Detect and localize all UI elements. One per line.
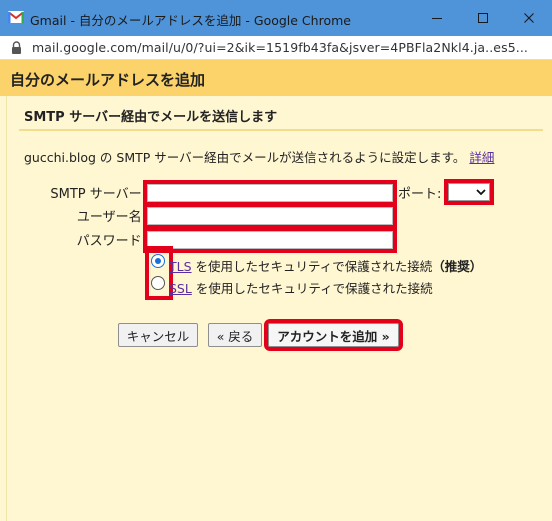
ssl-radio[interactable]	[151, 276, 165, 290]
minimize-button[interactable]	[414, 0, 460, 36]
description: gucchi.blog の SMTP サーバー経由でメールが送信されるように設定…	[24, 147, 494, 166]
password-label: パスワード:	[76, 234, 146, 249]
tls-radio[interactable]	[151, 254, 165, 268]
cancel-button[interactable]: キャンセル	[118, 323, 198, 347]
maximize-button[interactable]	[460, 0, 506, 36]
connection-security-radio-group	[145, 246, 173, 300]
window-titlebar: Gmail - 自分のメールアドレスを追加 - Google Chrome	[0, 0, 552, 36]
smtp-server-input[interactable]	[143, 180, 397, 206]
maximize-icon	[478, 13, 488, 23]
port-select[interactable]	[444, 179, 494, 205]
recommended-note: （推奨）	[432, 259, 483, 274]
back-button[interactable]: « 戻る	[208, 323, 262, 347]
add-account-button[interactable]: アカウントを追加 »	[264, 319, 403, 351]
chevron-down-icon	[476, 189, 486, 196]
smtp-server-label: SMTP サーバー:	[50, 187, 146, 202]
username-input[interactable]	[143, 203, 397, 229]
smtp-panel: SMTP サーバー経由でメールを送信します gucchi.blog の SMTP…	[6, 96, 548, 521]
close-button[interactable]	[506, 0, 552, 36]
password-input[interactable]	[143, 227, 397, 253]
description-text: gucchi.blog の SMTP サーバー経由でメールが送信されるように設定…	[24, 150, 466, 165]
dialog-title: 自分のメールアドレスを追加	[10, 71, 206, 89]
divider	[19, 129, 543, 131]
gmail-icon	[8, 11, 24, 23]
tls-link[interactable]: TLS	[169, 259, 192, 274]
username-label: ユーザー名:	[76, 210, 146, 225]
ssl-link[interactable]: SSL	[169, 281, 192, 296]
close-icon	[524, 13, 534, 23]
tls-text: を使用したセキュリティで保護された接続	[191, 259, 433, 274]
section-title: SMTP サーバー経由でメールを送信します	[24, 110, 278, 125]
address-bar[interactable]: mail.google.com/mail/u/0/?ui=2&ik=1519fb…	[0, 36, 552, 60]
port-label: ポート:	[398, 187, 442, 202]
tls-option-label: TLS を使用したセキュリティで保護された接続（推奨）	[169, 256, 482, 275]
window-title: Gmail - 自分のメールアドレスを追加 - Google Chrome	[30, 13, 351, 28]
ssl-option-label: SSL を使用したセキュリティで保護された接続	[169, 278, 433, 297]
dialog-header: 自分のメールアドレスを追加	[0, 60, 552, 96]
ssl-text: を使用したセキュリティで保護された接続	[191, 281, 433, 296]
lock-icon	[12, 41, 21, 54]
details-link[interactable]: 詳細	[469, 150, 494, 165]
minimize-icon	[432, 18, 442, 19]
url-text[interactable]: mail.google.com/mail/u/0/?ui=2&ik=1519fb…	[32, 40, 528, 55]
